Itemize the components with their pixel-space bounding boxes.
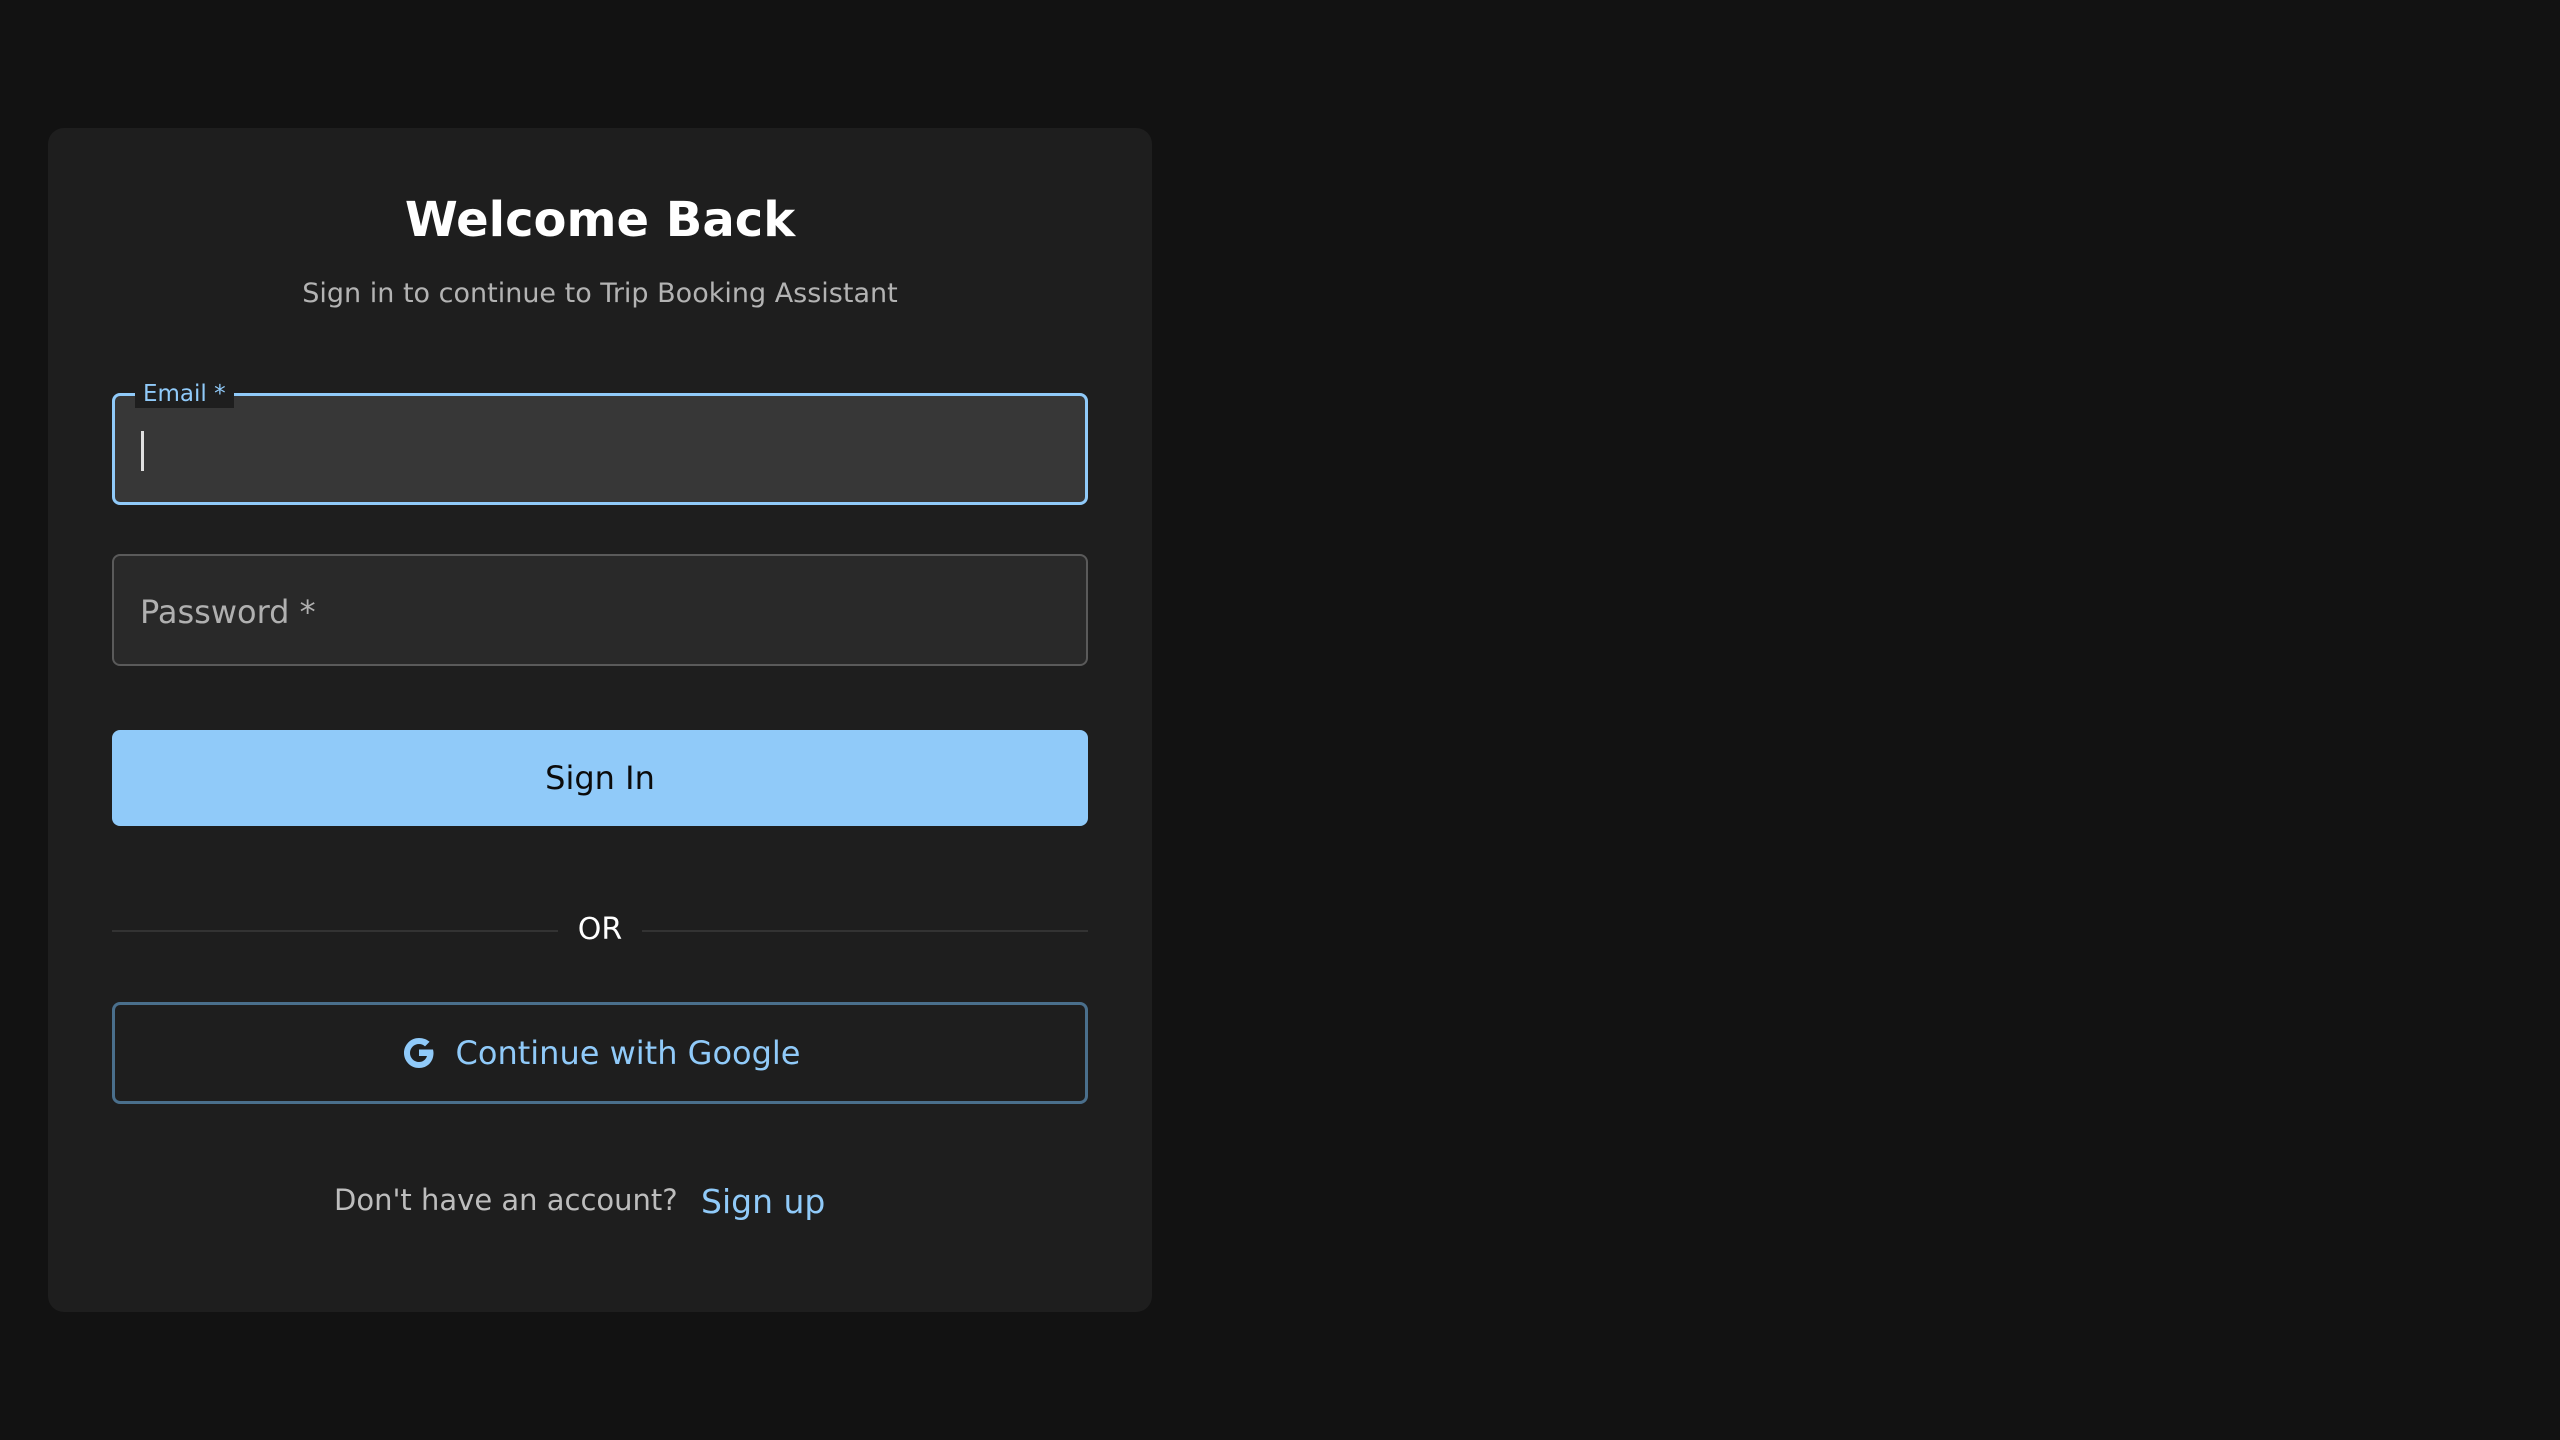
google-g-icon (400, 1034, 438, 1072)
password-field[interactable]: Password * (112, 554, 1088, 666)
google-button-label: Continue with Google (455, 1034, 801, 1072)
continue-with-google-button[interactable]: Continue with Google (112, 1002, 1088, 1104)
sign-up-link[interactable]: Sign up (701, 1180, 825, 1224)
page-subtitle: Sign in to continue to Trip Booking Assi… (302, 278, 898, 309)
divider-text: OR (577, 912, 623, 947)
email-field[interactable]: Email * (112, 380, 1088, 505)
email-label: Email * (135, 380, 234, 408)
signup-row: Don't have an account? Sign up (0, 1176, 1200, 1224)
sign-in-button[interactable]: Sign In (112, 730, 1088, 826)
text-cursor (141, 431, 144, 471)
divider-line-left (112, 930, 558, 932)
signup-prompt: Don't have an account? (334, 1183, 678, 1217)
or-divider: OR (112, 910, 1088, 950)
page-title: Welcome Back (404, 192, 796, 248)
divider-line-right (642, 930, 1088, 932)
password-label: Password * (140, 593, 316, 631)
